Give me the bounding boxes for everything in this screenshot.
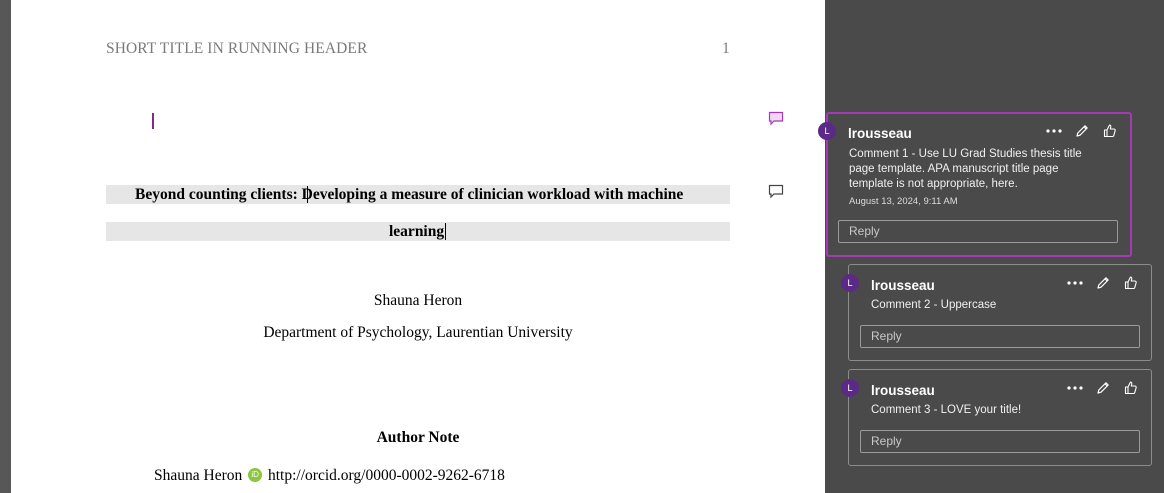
comment-text: Comment 2 - Uppercase [871, 299, 997, 311]
more-options-icon[interactable] [1046, 123, 1062, 139]
page-number: 1 [722, 40, 730, 57]
comment-card[interactable]: L lrousseau Comment 3 - LOVE your title!… [841, 369, 1152, 466]
author-name[interactable]: Shauna Heron [106, 292, 730, 310]
comment-bubble-icon[interactable] [768, 184, 784, 204]
edit-pencil-icon[interactable] [1074, 123, 1090, 139]
more-options-icon[interactable] [1067, 275, 1083, 291]
comment-author: lrousseau [848, 126, 912, 141]
comment-text: Comment 3 - LOVE your title! [871, 404, 1022, 416]
text-caret [445, 223, 446, 240]
orcid-link[interactable]: http://orcid.org/0000-0002-9262-6718 [268, 467, 505, 484]
orcid-icon: iD [248, 468, 263, 482]
like-thumb-icon[interactable] [1123, 275, 1139, 291]
avatar: L [841, 379, 859, 397]
orcid-author: Shauna Heron [154, 467, 243, 484]
title-line-2[interactable]: learning [106, 222, 730, 241]
comment-card[interactable]: L lrousseau Comment 2 - Uppercase Reply [841, 264, 1152, 361]
title-line-1[interactable]: Beyond counting clients: Developing a me… [106, 185, 730, 204]
comment-bubble-icon[interactable] [768, 111, 784, 131]
comment-anchor-marker [152, 113, 154, 129]
author-note-heading[interactable]: Author Note [106, 429, 730, 447]
comment-actions [1046, 123, 1118, 139]
text-caret [307, 186, 308, 203]
reply-input[interactable]: Reply [860, 325, 1140, 348]
comment-author: lrousseau [871, 278, 935, 293]
like-thumb-icon[interactable] [1102, 123, 1118, 139]
comment-actions [1067, 275, 1139, 291]
comment-author: lrousseau [871, 383, 935, 398]
more-options-icon[interactable] [1067, 380, 1083, 396]
comment-timestamp: August 13, 2024, 9:11 AM [849, 196, 958, 207]
document-page[interactable]: SHORT TITLE IN RUNNING HEADER 1 Beyond c… [11, 0, 825, 493]
avatar: L [841, 274, 859, 292]
edit-pencil-icon[interactable] [1095, 275, 1111, 291]
comment-text: Comment 1 - Use LU Grad Studies thesis t… [849, 148, 1082, 190]
running-header[interactable]: SHORT TITLE IN RUNNING HEADER [106, 40, 367, 58]
comment-actions [1067, 380, 1139, 396]
reply-input[interactable]: Reply [860, 430, 1140, 453]
title-text-line-1: Beyond counting clients: Developing a me… [135, 186, 684, 203]
comment-card[interactable]: L lrousseau Comment 1 - Use LU Grad Stud… [818, 112, 1132, 257]
title-text-line-2: learning [389, 223, 445, 240]
orcid-line[interactable]: Shauna Heron iD http://orcid.org/0000-00… [154, 467, 505, 485]
like-thumb-icon[interactable] [1123, 380, 1139, 396]
window-left-edge [0, 0, 11, 493]
reply-input[interactable]: Reply [838, 220, 1118, 243]
avatar: L [818, 122, 836, 140]
edit-pencil-icon[interactable] [1095, 380, 1111, 396]
author-affiliation[interactable]: Department of Psychology, Laurentian Uni… [106, 324, 730, 342]
